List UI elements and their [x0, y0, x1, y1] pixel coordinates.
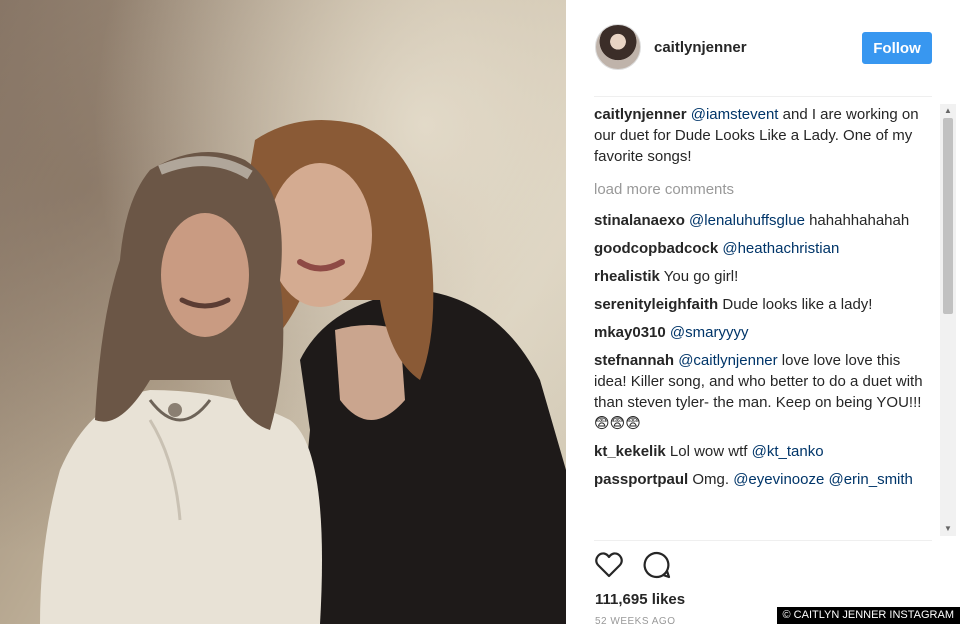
follow-button[interactable]: Follow	[862, 32, 932, 64]
comment-item: goodcopbadcock @heathachristian	[594, 238, 932, 259]
comments-scrollbar[interactable]: ▲ ▼	[940, 104, 956, 536]
caption: caitlynjenner @iamstevent and I are work…	[594, 104, 932, 167]
comment-text: hahahhahahah	[804, 212, 910, 229]
post-timestamp: 52 WEEKS AGO	[595, 616, 676, 624]
post-header: caitlynjenner Follow	[566, 0, 960, 96]
comment-text: You go girl!	[659, 268, 739, 285]
heart-icon[interactable]	[594, 550, 624, 580]
comment-username[interactable]: serenityleighfaith	[594, 296, 718, 313]
scroll-thumb[interactable]	[943, 118, 953, 314]
comments-list: caitlynjenner @iamstevent and I are work…	[594, 104, 932, 536]
actions-divider	[594, 540, 932, 541]
comment-username[interactable]: mkay0310	[594, 324, 666, 341]
copyright-watermark: © CAITLYN JENNER INSTAGRAM	[776, 607, 960, 624]
header-username[interactable]: caitlynjenner	[654, 39, 747, 56]
comment-item: stefnannah @caitlynjenner love love love…	[594, 350, 932, 434]
comment-mention[interactable]: @kt_tanko	[752, 443, 824, 460]
header-divider	[594, 96, 932, 97]
comment-item: rhealistik You go girl!	[594, 266, 932, 287]
scroll-down-arrow-icon[interactable]: ▼	[940, 522, 956, 536]
post-photo	[0, 0, 566, 624]
comment-mention[interactable]: @caitlynjenner	[678, 352, 777, 369]
avatar[interactable]	[595, 24, 641, 70]
post-actions	[594, 550, 686, 580]
comment-icon[interactable]	[642, 550, 672, 580]
comment-item: passportpaul Omg. @eyevinooze @erin_smit…	[594, 469, 932, 490]
comment-username[interactable]: stefnannah	[594, 352, 674, 369]
post-side-panel: caitlynjenner Follow caitlynjenner @iams…	[566, 0, 960, 624]
comment-mention[interactable]: @eyevinooze @erin_smith	[733, 471, 913, 488]
comment-item: mkay0310 @smaryyyy	[594, 322, 932, 343]
comment-mention[interactable]: @lenaluhuffsglue	[689, 212, 805, 229]
comment-text: Dude looks like a lady!	[718, 296, 873, 313]
comment-username[interactable]: passportpaul	[594, 471, 688, 488]
load-more-comments[interactable]: load more comments	[594, 179, 932, 200]
caption-mention[interactable]: @iamstevent	[691, 106, 779, 123]
caption-username[interactable]: caitlynjenner	[594, 106, 687, 123]
comment-username[interactable]: kt_kekelik	[594, 443, 666, 460]
comment-item: kt_kekelik Lol wow wtf @kt_tanko	[594, 441, 932, 462]
comment-item: serenityleighfaith Dude looks like a lad…	[594, 294, 932, 315]
comment-mention[interactable]: @smaryyyy	[670, 324, 749, 341]
comment-username[interactable]: goodcopbadcock	[594, 240, 718, 257]
comment-mention[interactable]: @heathachristian	[722, 240, 839, 257]
comment-username[interactable]: stinalanaexo	[594, 212, 685, 229]
comment-text: Lol wow wtf	[665, 443, 752, 460]
likes-count[interactable]: 111,695 likes	[595, 591, 685, 608]
photo-illustration	[40, 120, 566, 624]
comment-username[interactable]: rhealistik	[594, 268, 660, 285]
comment-item: stinalanaexo @lenaluhuffsglue hahahhahah…	[594, 210, 932, 231]
comment-text: Omg.	[688, 471, 734, 488]
scroll-up-arrow-icon[interactable]: ▲	[940, 104, 956, 118]
